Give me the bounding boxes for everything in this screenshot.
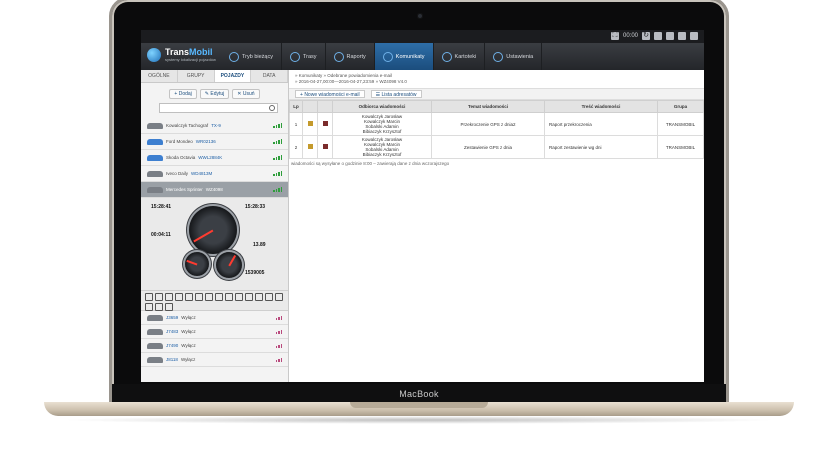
vehicle-dashboard: 15:28:41 15:28:33 00:04:11 13.89 1539005 xyxy=(141,198,288,291)
left-panel: OGÓLNE GRUPY POJAZDY DATA + Dodaj ✎ Edyt… xyxy=(141,70,289,382)
delete-icon[interactable] xyxy=(322,121,328,126)
vehicle-row[interactable]: Ford Mondeo WR02136 xyxy=(141,134,288,150)
truck-icon xyxy=(147,342,163,349)
vehicle-list: Kowalczyk Tachograf TX-9 Ford Mondeo WR021… xyxy=(141,118,288,198)
car-icon xyxy=(147,138,163,145)
user-icon[interactable] xyxy=(666,32,674,40)
nav-raporty[interactable]: Raporty xyxy=(326,43,375,70)
dashboard-value: 15:28:33 xyxy=(245,204,266,210)
folder-icon xyxy=(441,51,452,62)
laptop-notch xyxy=(350,402,488,408)
vehicle-row[interactable]: J8118 Wyłącz xyxy=(141,353,288,367)
signal-icon xyxy=(275,343,282,348)
nav-kartoteki[interactable]: Kartoteki xyxy=(434,43,486,70)
fullscreen-icon[interactable]: ⛶ xyxy=(610,32,619,40)
gear-icon xyxy=(493,51,504,62)
nav-trasy[interactable]: Trasy xyxy=(282,43,326,70)
footer-note: wiadomości są wysyłane o godzinie 8:00 –… xyxy=(291,161,450,166)
edit-icon[interactable] xyxy=(307,144,313,149)
messages-table: Lp Odbiorca wiadomości Temat wiadomości … xyxy=(289,100,704,159)
left-tabs: OGÓLNE GRUPY POJAZDY DATA xyxy=(141,70,288,83)
signal-icon xyxy=(273,139,282,144)
truck-icon xyxy=(147,356,163,363)
vehicle-row[interactable]: J7490 Wyłącz xyxy=(141,339,288,353)
status-icons xyxy=(141,291,288,311)
table-row[interactable]: 1 Kowalczyk Jarosław Kowalczyk Marcin So… xyxy=(289,112,704,136)
vehicle-row[interactable]: Kowalczyk Tachograf TX-9 xyxy=(141,118,288,134)
parked-vehicle-list: J3659 Wyłącz J7483 Wyłącz J7490 Wyłącz J811… xyxy=(141,311,288,367)
breadcrumb: » Komunikaty » Odebrane powiadomienia e-… xyxy=(295,73,407,84)
tab-pojazdy[interactable]: POJAZDY xyxy=(214,70,252,82)
dashboard-value: 15:28:41 xyxy=(151,204,172,210)
signal-icon xyxy=(273,123,282,128)
device-brand: MacBook xyxy=(399,389,439,399)
car-icon xyxy=(147,122,163,129)
new-email-button[interactable]: + Nowe wiadomości e-mail xyxy=(295,90,365,98)
signal-icon xyxy=(273,155,282,160)
speedometer-gauge xyxy=(189,206,237,254)
vehicle-row[interactable]: Iveco Daily WD4813M xyxy=(141,166,288,182)
vehicle-row[interactable]: J7483 Wyłącz xyxy=(141,325,288,339)
dashboard-value: 00:04:11 xyxy=(151,232,171,238)
car-icon xyxy=(147,186,163,193)
rpm-gauge xyxy=(185,252,209,276)
top-navigation: TransMobil systemy lokalizacji pojazdów … xyxy=(141,43,704,71)
camera-icon xyxy=(417,13,423,19)
truck-icon xyxy=(147,314,163,321)
globe-icon xyxy=(147,48,161,62)
nav-komunikaty[interactable]: Komunikaty xyxy=(374,43,434,70)
tab-data[interactable]: DATA xyxy=(251,70,288,82)
main-content: » Komunikaty » Odebrane powiadomienia e-… xyxy=(289,70,704,382)
car-icon xyxy=(147,154,163,161)
signal-icon xyxy=(275,329,282,334)
delete-button[interactable]: ✕ Usuń xyxy=(232,89,260,99)
dashboard-value: 13.89 xyxy=(253,242,266,248)
toolbar: + Nowe wiadomości e-mail ☰ Lista adresat… xyxy=(289,88,704,100)
signal-icon xyxy=(275,357,282,362)
gauge-icon xyxy=(229,51,239,62)
recipients-button[interactable]: ☰ Lista adresatów xyxy=(370,90,422,98)
add-button[interactable]: + Dodaj xyxy=(169,89,197,99)
settings-icon[interactable] xyxy=(690,32,698,40)
tab-grupy[interactable]: GRUPY xyxy=(178,70,215,82)
message-icon xyxy=(382,51,393,62)
refresh-icon[interactable]: ↻ xyxy=(642,32,650,40)
report-icon xyxy=(333,51,344,62)
search-input[interactable] xyxy=(159,103,278,113)
logo-tagline: systemy lokalizacji pojazdów xyxy=(165,57,216,62)
fuel-gauge xyxy=(216,252,242,278)
print-icon[interactable] xyxy=(678,32,686,40)
signal-icon xyxy=(273,171,282,176)
search-icon xyxy=(269,105,275,111)
clock: 00:00 xyxy=(622,33,638,39)
delete-icon[interactable] xyxy=(322,144,328,149)
nav-tryb-biezacy[interactable]: Tryb bieżący xyxy=(221,43,282,70)
route-icon xyxy=(289,51,300,62)
signal-icon xyxy=(275,315,282,320)
nav-ustawienia[interactable]: Ustawienia xyxy=(485,43,543,70)
dashboard-value: 1539005 xyxy=(245,270,265,276)
vehicle-row-selected[interactable]: Mercedes Sprinter WZ4098 xyxy=(141,182,288,198)
system-bar: ⛶ 00:00 ↻ xyxy=(141,30,704,43)
edit-icon[interactable] xyxy=(307,121,313,126)
table-row[interactable]: 2 Kowalczyk Jarosław Kowalczyk Marcin So… xyxy=(289,135,704,159)
signal-icon xyxy=(273,187,282,192)
app-logo: TransMobil systemy lokalizacji pojazdów xyxy=(147,48,216,62)
car-icon xyxy=(147,170,163,177)
window-icon[interactable] xyxy=(654,32,662,40)
vehicle-row[interactable]: J3659 Wyłącz xyxy=(141,311,288,325)
truck-icon xyxy=(147,328,163,335)
screen: ⛶ 00:00 ↻ TransMobil systemy lokalizacji… xyxy=(141,30,704,382)
tab-ogolne[interactable]: OGÓLNE xyxy=(141,70,178,82)
laptop-shadow xyxy=(60,416,778,424)
main-menu: Tryb bieżący Trasy Raporty Komunikaty Ka… xyxy=(221,43,543,70)
edit-button[interactable]: ✎ Edytuj xyxy=(199,89,230,99)
vehicle-row[interactable]: Skoda Octavia WWL2884K xyxy=(141,150,288,166)
